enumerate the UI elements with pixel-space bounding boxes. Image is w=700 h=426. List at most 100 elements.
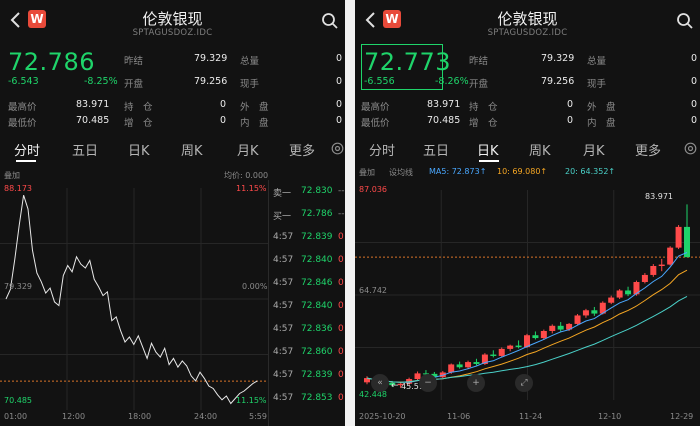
last-price: 72.786: [8, 48, 95, 76]
inner-label: 内 盘: [240, 118, 269, 129]
y-axis-bottom-pct: 11.15%: [236, 396, 267, 405]
high-label: 最高价: [8, 102, 37, 113]
x-tick-label: 5:59: [249, 412, 267, 421]
candle-body: [490, 354, 497, 356]
tab-more[interactable]: 更多: [635, 140, 661, 159]
instrument-title: 伦敦银现: [497, 10, 558, 28]
high-value: 83.971: [427, 99, 461, 110]
book-row-label: 买一: [273, 212, 292, 222]
active-tab-indicator: [16, 160, 36, 162]
zoom-out-button[interactable]: −: [419, 374, 437, 392]
tab-daily-k[interactable]: 日K: [477, 140, 499, 159]
candle-body: [650, 265, 657, 275]
outer-label: 外 盘: [587, 102, 616, 113]
book-row-volume: --: [338, 186, 345, 196]
set-ma-button[interactable]: 设均线: [389, 167, 413, 178]
prev-close-value: 79.329: [541, 53, 575, 64]
hold-value: 0: [567, 99, 574, 110]
inner-value: 0: [691, 115, 698, 126]
price-change-pct: -8.26%: [435, 76, 469, 87]
hold-label: 持 仓: [124, 102, 153, 113]
book-row-label: 卖一: [273, 189, 292, 199]
current-vol-value: 0: [336, 76, 343, 87]
volume-value: 0: [691, 53, 698, 64]
book-row-price: 72.786: [301, 209, 333, 219]
candle-body: [574, 315, 581, 324]
hold-value: 0: [220, 99, 227, 110]
book-row-volume: 0: [338, 347, 344, 357]
book-row-volume: 0: [338, 393, 344, 403]
min-arrow-icon: ←: [391, 381, 399, 391]
book-row-label: 4:57: [273, 324, 294, 334]
open-label: 开盘: [469, 79, 489, 90]
candle-body: [448, 364, 455, 373]
tab-five-day[interactable]: 五日: [423, 140, 449, 159]
volume-value: 0: [336, 53, 343, 64]
x-tick-label: 11-06: [447, 412, 471, 421]
tab-daily-k[interactable]: 日K: [128, 140, 150, 159]
book-row-volume: 0: [338, 278, 344, 288]
book-row-price: 72.840: [301, 255, 333, 265]
tab-more[interactable]: 更多: [289, 140, 315, 159]
tab-monthly-k[interactable]: 月K: [583, 140, 605, 159]
book-row-label: 4:57: [273, 255, 294, 265]
tab-intraday[interactable]: 分时: [369, 140, 395, 159]
tab-intraday[interactable]: 分时: [14, 140, 40, 159]
prev-close-label: 昨结: [124, 56, 144, 67]
candle-body: [515, 345, 522, 348]
ma5-label: MA5: 72.873↑: [429, 167, 487, 176]
search-icon[interactable]: [321, 12, 339, 30]
outer-label: 外 盘: [240, 102, 269, 113]
instrument-title: 伦敦银现: [142, 10, 203, 28]
fullscreen-button[interactable]: ⤢: [515, 374, 533, 392]
left-quote-panel: W 伦敦银现 SPTAGUSDOZ.IDC 72.786 -6.543 -8.2…: [0, 0, 345, 426]
book-row-volume: 0: [338, 324, 344, 334]
scroll-left-button[interactable]: «: [371, 374, 389, 392]
y-axis-mid: 64.742: [359, 286, 387, 295]
price-change: -6.556: [364, 76, 395, 87]
candle-body: [675, 226, 682, 248]
candle-body: [667, 247, 674, 265]
tab-five-day[interactable]: 五日: [72, 140, 98, 159]
candle-body: [641, 274, 648, 283]
book-row-price: 72.836: [301, 324, 333, 334]
max-price-marker: 83.971: [645, 192, 673, 201]
book-row-volume: --: [338, 209, 345, 219]
y-axis-top: 87.036: [359, 185, 387, 194]
book-row-label: 4:57: [273, 232, 294, 242]
x-tick-label: 18:00: [128, 412, 152, 421]
book-row-label: 4:57: [273, 301, 294, 311]
tab-monthly-k[interactable]: 月K: [237, 140, 259, 159]
settings-icon[interactable]: [331, 142, 344, 155]
ma10-label: 10: 69.080↑: [497, 167, 548, 176]
volume-label: 总量: [587, 56, 607, 67]
y-axis-mid: 79.329: [4, 282, 32, 291]
book-row-label: 4:57: [273, 370, 294, 380]
current-vol-value: 0: [691, 76, 698, 87]
tab-weekly-k[interactable]: 周K: [529, 140, 551, 159]
tab-weekly-k[interactable]: 周K: [181, 140, 203, 159]
low-value: 70.485: [427, 115, 461, 126]
hold-label: 持 仓: [469, 102, 498, 113]
add-value: 0: [567, 115, 574, 126]
inner-label: 内 盘: [587, 118, 616, 129]
candle-body: [616, 290, 623, 298]
x-tick-label: 2025-10-20: [359, 412, 406, 421]
search-icon[interactable]: [676, 12, 694, 30]
x-tick-label: 12:00: [62, 412, 86, 421]
candle-body: [465, 362, 472, 368]
overlay-label[interactable]: 叠加: [359, 167, 375, 178]
outer-value: 0: [336, 99, 343, 110]
ma20-label: 20: 64.352↑: [565, 167, 616, 176]
x-tick-label: 11-24: [519, 412, 543, 421]
settings-icon[interactable]: [684, 142, 697, 155]
panel-divider: [345, 0, 355, 426]
book-row-price: 72.839: [301, 232, 333, 242]
book-row-price: 72.860: [301, 347, 333, 357]
candle-body: [658, 264, 665, 266]
x-tick-label: 12-29: [670, 412, 694, 421]
y-axis-mid-pct: 0.00%: [242, 282, 268, 291]
candle-body: [625, 290, 632, 295]
price-change-pct: -8.25%: [84, 76, 118, 87]
zoom-in-button[interactable]: +: [467, 374, 485, 392]
